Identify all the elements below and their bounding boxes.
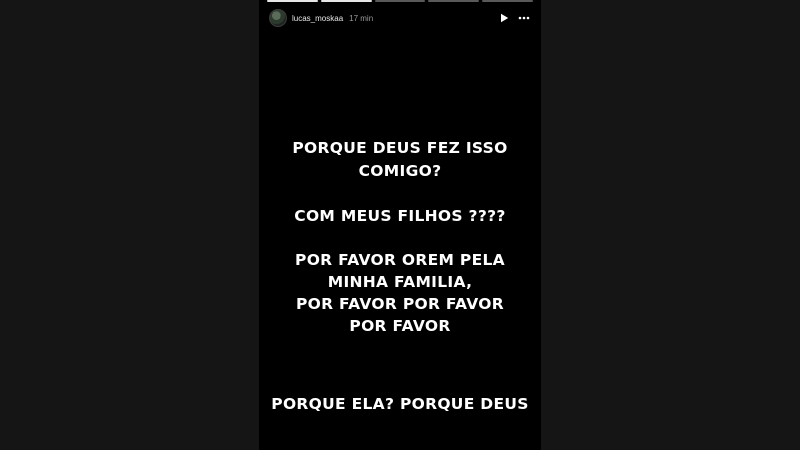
story-text-line: POR FAVOR POR FAVOR <box>295 295 504 313</box>
story-text-line: POR FAVOR OREM PELA <box>295 251 505 269</box>
story-text-line: POR FAVOR <box>349 317 451 335</box>
story-text-content: PORQUE DEUS FEZ ISSO COMIGO? COM MEUS FI… <box>259 0 541 450</box>
story-text-line: COM MEUS FILHOS ???? <box>294 207 506 225</box>
story-text-line: PORQUE ELA? PORQUE DEUS <box>271 395 529 413</box>
story-text-line: MINHA FAMILIA, <box>327 273 473 291</box>
story-frame[interactable]: lucas_moskaa 17 min PORQUE DEUS FEZ ISSO… <box>259 0 541 450</box>
story-text-line: PORQUE DEUS FEZ ISSO <box>292 139 508 157</box>
viewer-backdrop: lucas_moskaa 17 min PORQUE DEUS FEZ ISSO… <box>0 0 800 450</box>
story-text-line: COMIGO? <box>358 162 442 180</box>
